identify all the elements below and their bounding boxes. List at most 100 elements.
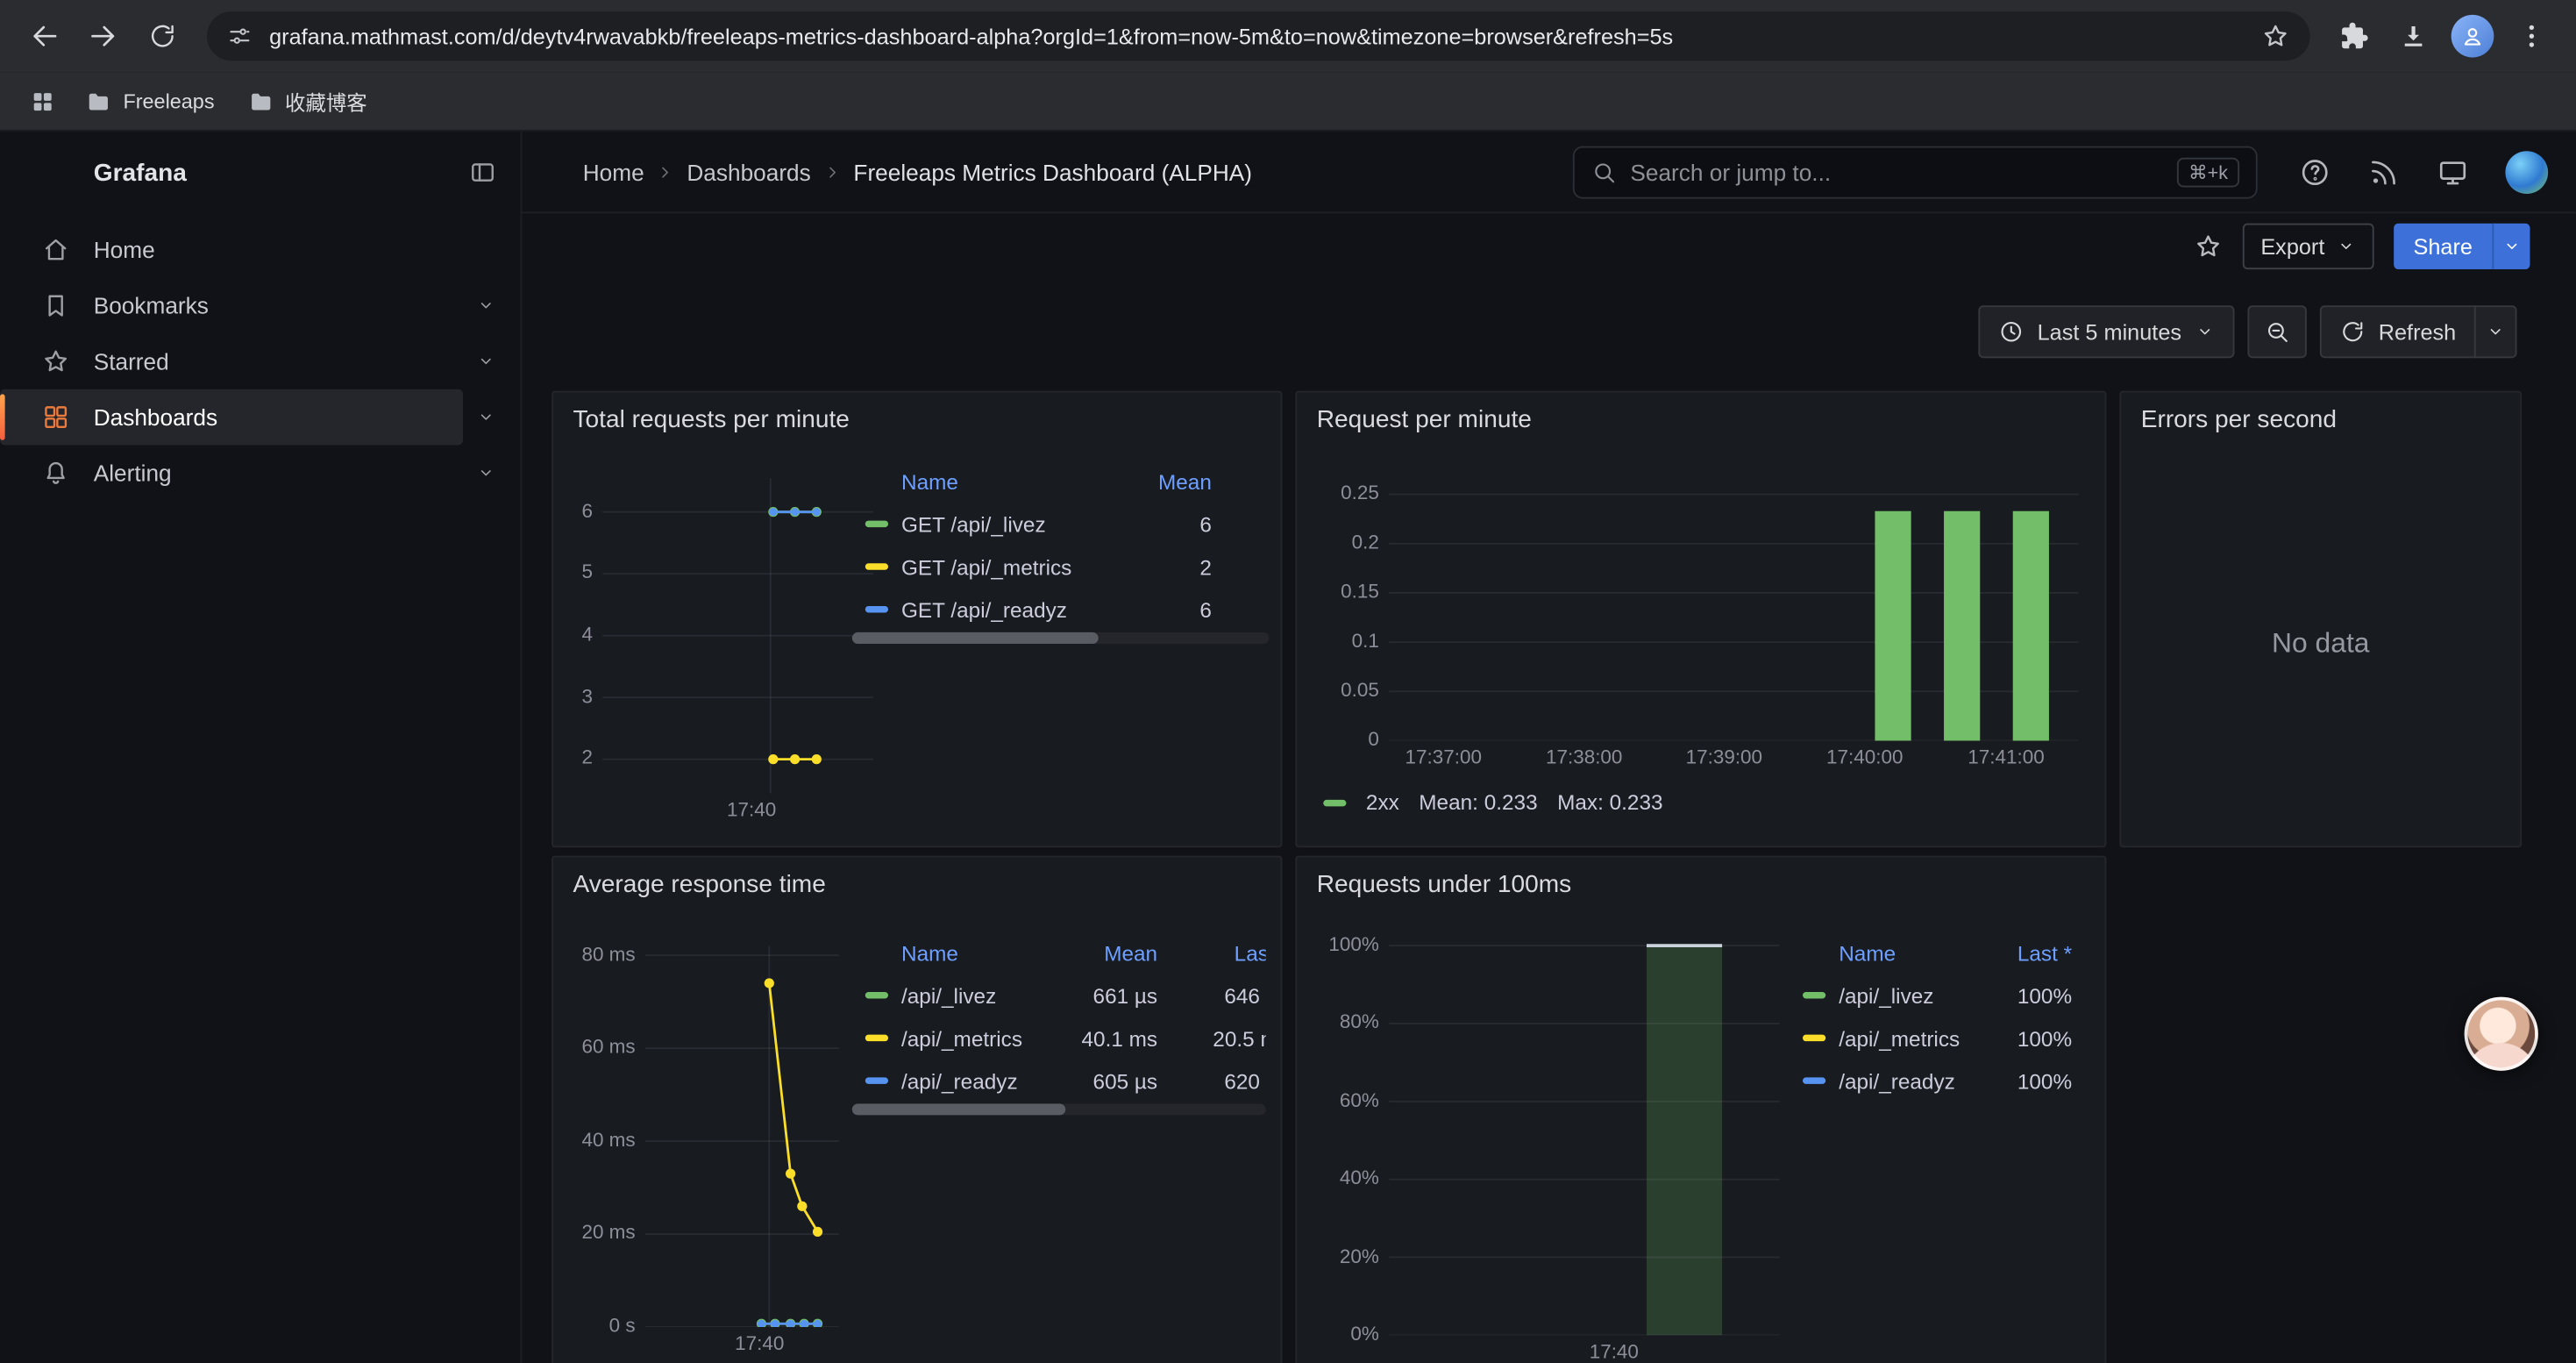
legend-scrollbar[interactable] [852, 1103, 1266, 1115]
grafana-logo[interactable] [36, 153, 74, 191]
extensions-icon[interactable] [2326, 8, 2382, 64]
sidebar-item-dashboards[interactable]: Dashboards [0, 389, 521, 446]
star-icon [41, 346, 71, 376]
breadcrumb-dashboards[interactable]: Dashboards [687, 159, 810, 185]
legend-row: /api/_metrics 40.1 ms 20.5 ms [852, 1017, 1266, 1060]
legend-col-mean[interactable]: Mean [1056, 941, 1157, 966]
series-name[interactable]: /api/_metrics [901, 1025, 1056, 1050]
share-button[interactable]: Share [2394, 224, 2492, 269]
legend-col-last[interactable]: Last * [2017, 941, 2081, 966]
help-icon[interactable] [2299, 155, 2331, 188]
scrollbar-thumb[interactable] [852, 1103, 1065, 1115]
legend-col-name[interactable]: Name [1839, 941, 2017, 966]
p2-plot[interactable] [1389, 475, 2078, 740]
export-button[interactable]: Export [2243, 224, 2374, 269]
forward-button[interactable] [75, 8, 132, 64]
series-swatch [1803, 1035, 1825, 1041]
sidebar-item-starred[interactable]: Starred [0, 333, 521, 389]
x-axis: 17:40 [602, 793, 873, 823]
p4-plot[interactable] [645, 946, 839, 1327]
search-box[interactable]: ⌘+k [1573, 146, 2258, 199]
p1-plot[interactable] [602, 478, 873, 794]
chevron-down-icon [2337, 237, 2356, 256]
panel-title[interactable]: Requests under 100ms [1317, 870, 1571, 898]
share-dropdown-button[interactable] [2492, 224, 2530, 269]
series-mean: 2 [1123, 554, 1212, 579]
y-axis: 0.250.20.150.10.050 [1310, 475, 1389, 740]
legend-col-last[interactable]: Last * [1157, 941, 1266, 966]
url-text[interactable]: grafana.mathmast.com/d/deytv4rwavabkb/fr… [269, 24, 2260, 48]
search-input[interactable] [1630, 160, 2164, 186]
legend-scrollbar[interactable] [852, 632, 1270, 644]
panel-title[interactable]: Request per minute [1317, 406, 1532, 434]
bookmark-star-icon[interactable] [2260, 21, 2290, 51]
chevron-down-icon[interactable] [468, 288, 504, 324]
legend-row: /api/_readyz 100% [1790, 1060, 2081, 1103]
time-range-picker[interactable]: Last 5 minutes [1978, 305, 2234, 358]
series-name[interactable]: /api/_metrics [1839, 1025, 2017, 1050]
series-last: 620 µs [1157, 1068, 1266, 1093]
series-swatch [865, 1077, 888, 1083]
series-last: 100% [2017, 983, 2081, 1008]
series-name[interactable]: /api/_livez [1839, 983, 2017, 1008]
y-axis: 80 ms60 ms40 ms20 ms0 s [566, 946, 645, 1327]
bookmark-item[interactable]: 收藏博客 [234, 79, 381, 124]
series-last: 646 µs [1157, 983, 1266, 1008]
apps-grid-icon[interactable] [19, 78, 65, 124]
browser-toolbar: grafana.mathmast.com/d/deytv4rwavabkb/fr… [0, 0, 2576, 72]
legend-header: Name Last * [1790, 933, 2081, 974]
sidebar-item-alerting[interactable]: Alerting [0, 445, 521, 501]
dashboards-icon [41, 403, 71, 432]
legend-header: Name Mean [852, 461, 1272, 503]
search-shortcut-badge: ⌘+k [2177, 158, 2239, 188]
reload-button[interactable] [135, 8, 191, 64]
series-name[interactable]: /api/_readyz [1839, 1068, 2017, 1093]
series-name[interactable]: GET /api/_metrics [901, 554, 1123, 579]
browser-menu-icon[interactable] [2504, 8, 2560, 64]
legend-col-mean[interactable]: Mean [1123, 470, 1212, 495]
panel-title[interactable]: Total requests per minute [573, 406, 850, 434]
series-name[interactable]: /api/_livez [901, 983, 1056, 1008]
series-name[interactable]: GET /api/_readyz [901, 597, 1123, 622]
x-axis: 17:40 [1389, 1335, 1780, 1363]
legend-header: Name Mean Last * [852, 933, 1266, 974]
series-swatch [865, 992, 888, 998]
scrollbar-thumb[interactable] [852, 632, 1099, 644]
series-max: Max: 0.233 [1557, 790, 1662, 815]
user-avatar[interactable] [2505, 150, 2548, 193]
panel-title[interactable]: Errors per second [2141, 406, 2337, 434]
p5-plot[interactable] [1389, 938, 1780, 1335]
series-name[interactable]: /api/_readyz [901, 1068, 1056, 1093]
sidebar-item-home[interactable]: Home [0, 222, 521, 278]
zoom-out-button[interactable] [2247, 305, 2306, 358]
sidebar-nav: Home Bookmarks Starred Dashboards [0, 213, 521, 501]
series-name[interactable]: 2xx [1366, 790, 1399, 815]
downloads-icon[interactable] [2386, 8, 2442, 64]
display-icon[interactable] [2437, 155, 2469, 188]
bookmark-item[interactable]: Freeleaps [72, 82, 227, 121]
profile-avatar[interactable] [2444, 8, 2501, 64]
legend-col-name[interactable]: Name [901, 941, 1056, 966]
favorite-star-icon[interactable] [2194, 232, 2224, 261]
refresh-interval-dropdown[interactable] [2474, 305, 2517, 358]
chevron-down-icon[interactable] [468, 455, 504, 491]
grafana-header: Home Dashboards Freeleaps Metrics Dashbo… [522, 132, 2575, 214]
site-settings-icon[interactable] [226, 23, 253, 49]
series-name[interactable]: GET /api/_livez [901, 511, 1123, 536]
sidebar-item-bookmarks[interactable]: Bookmarks [0, 277, 521, 333]
panel-request-per-minute: Request per minute 0.250.20.150.10.050 1… [1295, 391, 2106, 848]
panel-title[interactable]: Average response time [573, 870, 826, 898]
legend-col-name[interactable]: Name [901, 470, 1123, 495]
chevron-down-icon[interactable] [468, 343, 504, 379]
floating-assistant-avatar[interactable] [2465, 997, 2538, 1071]
series-mean: 6 [1123, 597, 1212, 622]
news-rss-icon[interactable] [2367, 155, 2400, 188]
series-swatch [1323, 799, 1346, 805]
address-bar[interactable]: grafana.mathmast.com/d/deytv4rwavabkb/fr… [207, 11, 2310, 61]
back-button[interactable] [17, 8, 73, 64]
dock-menu-icon[interactable] [468, 158, 498, 188]
refresh-button[interactable]: Refresh [2319, 305, 2475, 358]
breadcrumb-home[interactable]: Home [583, 159, 644, 185]
legend-row: GET /api/_livez 6 [852, 503, 1272, 546]
chevron-down-icon[interactable] [468, 399, 504, 435]
